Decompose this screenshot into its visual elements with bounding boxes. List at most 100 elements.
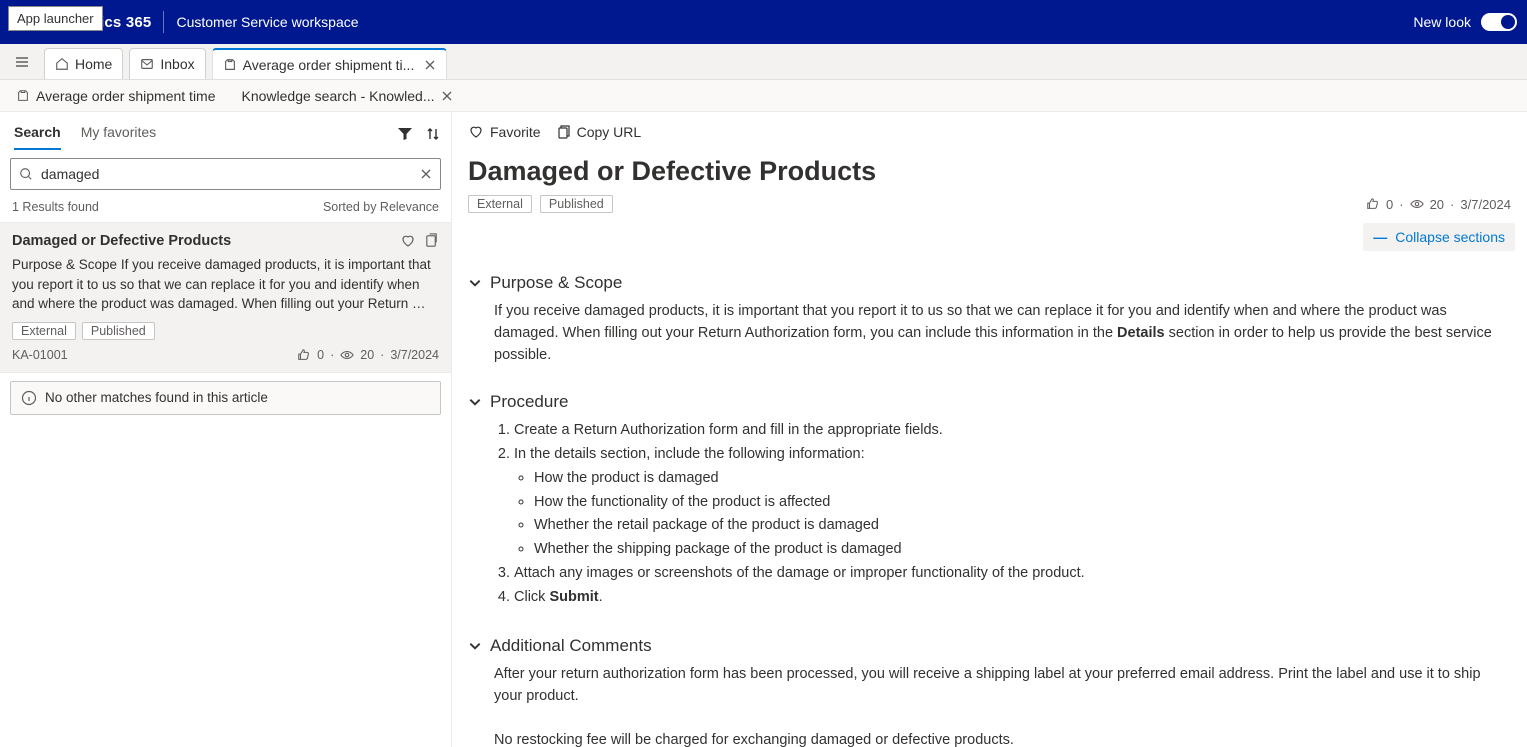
sort-arrows-icon [425,126,441,142]
section-procedure-title: Procedure [490,392,568,412]
chip-published: Published [82,322,155,340]
section-purpose-title: Purpose & Scope [490,273,622,293]
article-likes: 0 [1386,197,1393,212]
chip-published: Published [540,195,613,213]
result-favorite[interactable] [400,233,416,249]
collapse-label: Collapse sections [1395,229,1505,245]
list-item: Whether the shipping package of the prod… [534,539,1507,561]
brand-name: ics 365 [100,14,151,31]
article-pane: Favorite Copy URL Damaged or Defective P… [452,112,1527,747]
chip-external: External [12,322,76,340]
hamburger-button[interactable] [6,44,38,79]
result-title: Damaged or Defective Products [12,233,231,249]
heart-icon [468,124,484,140]
list-item: Click Submit. [514,587,1507,609]
subtab-case[interactable]: Average order shipment time [6,80,226,111]
no-more-matches: No other matches found in this article [10,381,441,415]
ks-tab-favorites[interactable]: My favorites [81,118,156,150]
additional-p1: After your return authorization form has… [494,664,1507,708]
minus-icon: — [1373,229,1387,245]
section-purpose-header[interactable]: Purpose & Scope [468,273,1511,293]
heart-icon [400,233,416,249]
search-icon [19,167,33,181]
chip-external: External [468,195,532,213]
section-additional-title: Additional Comments [490,636,652,656]
search-box[interactable] [10,158,441,190]
list-item: In the details section, include the foll… [514,444,1507,561]
subtab-knowledge[interactable]: Knowledge search - Knowled... [232,80,463,111]
eye-icon [1410,197,1424,211]
result-date: 3/7/2024 [390,348,439,362]
collapse-sections-button[interactable]: — Collapse sections [1363,223,1515,251]
workspace-name: Customer Service workspace [176,14,358,30]
case-icon [16,89,30,103]
funnel-icon [397,126,413,142]
tabbar: Home Inbox Average order shipment ti... [0,44,1527,80]
chevron-down-icon [468,395,482,409]
thumbsup-icon [1366,197,1380,211]
inbox-icon [140,57,154,71]
search-clear[interactable] [420,168,432,180]
tab-home[interactable]: Home [44,48,123,79]
tab-case-label: Average order shipment ti... [243,57,415,73]
filter-button[interactable] [397,126,413,142]
section-additional-header[interactable]: Additional Comments [468,636,1511,656]
copy-icon [555,124,571,140]
copyurl-label: Copy URL [577,124,642,140]
eye-icon [340,348,354,362]
search-input[interactable] [41,166,412,182]
list-item: How the functionality of the product is … [534,492,1507,514]
subtab-case-label: Average order shipment time [36,88,216,104]
topbar: App launcher ics 365 Customer Service wo… [0,0,1527,44]
favorite-label: Favorite [490,124,541,140]
case-icon [223,58,237,72]
no-more-text: No other matches found in this article [45,390,268,405]
tab-home-label: Home [75,56,112,72]
list-item: Attach any images or screenshots of the … [514,563,1507,585]
close-icon [424,59,436,71]
procedure-list: Create a Return Authorization form and f… [494,420,1507,608]
list-item: Create a Return Authorization form and f… [514,420,1507,442]
favorite-button[interactable]: Favorite [468,124,541,140]
result-likes: 0 [317,348,324,362]
close-icon [441,90,453,102]
result-views: 20 [360,348,374,362]
newlook-label: New look [1413,14,1471,30]
ks-tab-search[interactable]: Search [14,118,61,150]
subtab-knowledge-label: Knowledge search - Knowled... [242,88,435,104]
result-popout[interactable] [424,233,439,249]
sort-label: Sorted by Relevance [323,200,439,214]
tab-inbox[interactable]: Inbox [129,48,205,79]
info-icon [21,390,37,406]
list-item: Whether the retail package of the produc… [534,515,1507,537]
menu-icon [14,54,30,70]
app-launcher-tooltip: App launcher [8,6,103,31]
article-date: 3/7/2024 [1460,197,1511,212]
chevron-down-icon [468,276,482,290]
tab-close[interactable] [424,59,436,71]
thumbsup-icon [297,348,311,362]
list-item: How the product is damaged [534,468,1507,490]
purpose-paragraph: If you receive damaged products, it is i… [494,301,1507,366]
additional-p2: No restocking fee will be charged for ex… [494,730,1507,747]
divider [163,11,164,33]
copyurl-button[interactable]: Copy URL [555,124,642,140]
subtabbar: Average order shipment time Knowledge se… [0,80,1527,112]
knowledge-search-pane: Search My favorites 1 Results found Sort… [0,112,452,747]
subtab-close[interactable] [441,90,453,102]
result-id: KA-01001 [12,348,68,362]
result-snippet: Purpose & Scope If you receive damaged p… [12,255,439,314]
article-views: 20 [1430,197,1444,212]
results-count: 1 Results found [12,200,99,214]
article-title: Damaged or Defective Products [452,146,1527,191]
search-result[interactable]: Damaged or Defective Products Purpose & … [0,222,451,373]
popout-icon [424,233,439,248]
sort-button[interactable] [425,126,441,142]
newlook-toggle[interactable] [1481,13,1517,31]
home-icon [55,57,69,71]
tab-case[interactable]: Average order shipment ti... [212,48,448,79]
chevron-down-icon [468,639,482,653]
tab-inbox-label: Inbox [160,56,194,72]
close-icon [420,168,432,180]
section-procedure-header[interactable]: Procedure [468,392,1511,412]
